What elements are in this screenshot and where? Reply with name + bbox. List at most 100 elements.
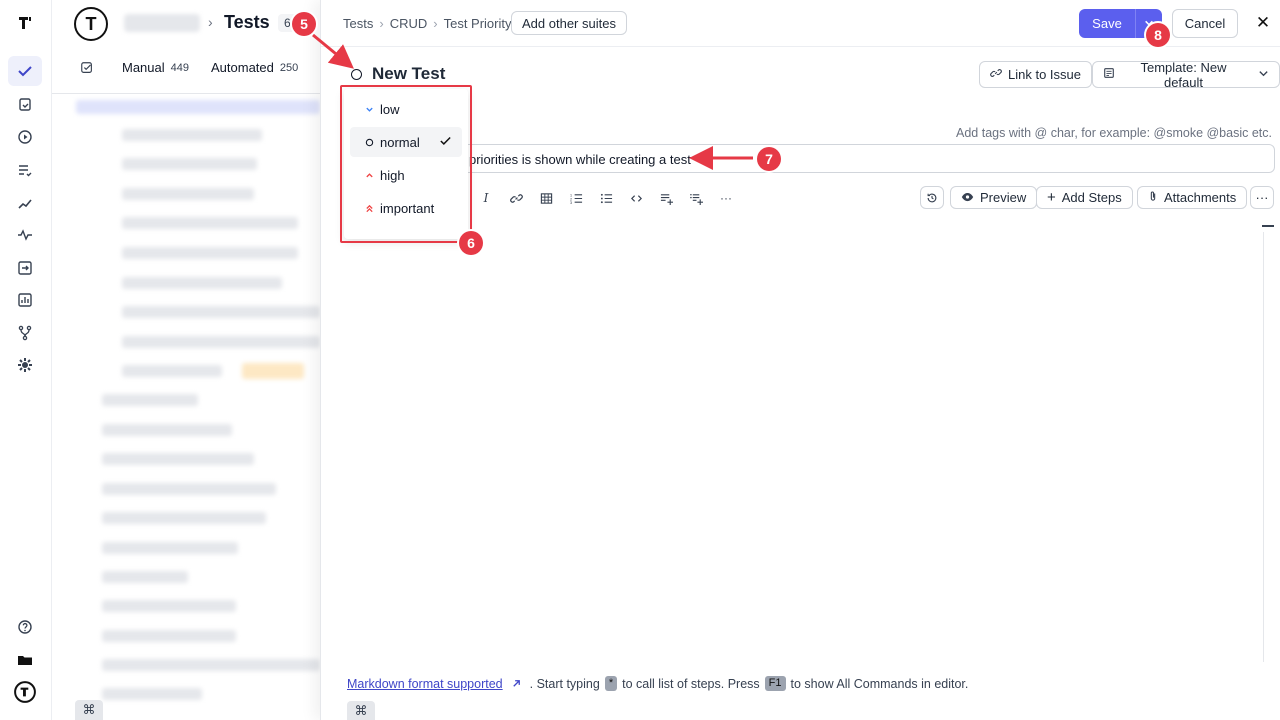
plans-clipboard-icon[interactable] [8, 89, 42, 119]
attachments-label: Attachments [1164, 190, 1237, 205]
test-type-tabs: Manual 449 Automated 250 [80, 60, 312, 75]
more-options-icon[interactable]: ··· [711, 188, 741, 208]
history-icon[interactable] [920, 186, 944, 209]
editor-scrollbar[interactable] [1263, 232, 1264, 662]
add-numbered-step-icon[interactable] [681, 188, 711, 208]
priority-circle-icon[interactable] [351, 68, 362, 80]
breadcrumb: Tests › CRUD › Test Priority [343, 16, 512, 31]
annotation-highlight-box [340, 85, 472, 243]
tree-row[interactable] [102, 688, 202, 700]
help-icon[interactable] [8, 612, 42, 642]
breadcrumb-tests[interactable]: Tests [343, 16, 373, 31]
test-title-input[interactable]: New Test [372, 64, 445, 84]
tree-row[interactable] [102, 512, 266, 524]
divider [52, 93, 320, 94]
tree-row[interactable] [122, 217, 298, 229]
chevron-down-icon [1258, 67, 1269, 82]
pulse-icon[interactable] [8, 220, 42, 250]
project-name[interactable] [124, 14, 200, 32]
settings-gear-icon[interactable] [8, 350, 42, 380]
annotation-marker-5: 5 [292, 12, 316, 36]
tree-row-selected[interactable] [76, 100, 320, 114]
tree-row-tag [242, 363, 304, 379]
link-icon [990, 67, 1002, 82]
template-icon [1103, 67, 1115, 82]
tree-row[interactable] [122, 129, 262, 141]
table-icon[interactable] [531, 188, 561, 208]
f1-key: F1 [764, 676, 786, 691]
app-logo-icon[interactable] [8, 8, 42, 38]
bullet-list-icon[interactable] [591, 188, 621, 208]
tab-manual-count: 449 [170, 61, 189, 74]
tests-panel: T › Tests 6 Manual 449 Automated 250 ⌘ [52, 0, 320, 720]
tree-row[interactable] [102, 424, 232, 436]
breadcrumb-separator: › [208, 14, 213, 30]
tab-automated-count: 250 [279, 61, 299, 74]
tree-row[interactable] [102, 600, 236, 612]
preview-button[interactable]: Preview [950, 186, 1038, 209]
more-actions-button[interactable]: ··· [1250, 186, 1274, 209]
tree-row[interactable] [102, 659, 320, 671]
project-logo-icon[interactable]: T [74, 7, 108, 41]
tree-row[interactable] [122, 158, 257, 170]
footer-text-3: to show All Commands in editor. [790, 676, 969, 691]
runs-play-icon[interactable] [8, 122, 42, 152]
cancel-button[interactable]: Cancel [1172, 9, 1238, 38]
plus-icon: + [1047, 189, 1056, 206]
tree-row[interactable] [122, 306, 320, 318]
code-icon[interactable] [621, 188, 651, 208]
modal-header: Tests › CRUD › Test Priority Add other s… [321, 0, 1280, 47]
italic-icon[interactable]: I [471, 188, 501, 208]
svg-text:3: 3 [570, 201, 572, 205]
add-steps-button[interactable]: + Add Steps [1036, 186, 1133, 209]
tree-row[interactable] [102, 483, 276, 495]
close-icon[interactable]: ✕ [1253, 13, 1273, 33]
template-select[interactable]: Template: New default [1092, 60, 1280, 90]
footer-text-1: . Start typing [529, 676, 600, 691]
tab-manual-label: Manual [122, 60, 165, 75]
profile-logo-icon[interactable] [8, 677, 42, 707]
command-key-icon[interactable]: ⌘ [75, 700, 103, 720]
tab-automated[interactable]: Automated 250 [211, 60, 298, 75]
attachments-button[interactable]: Attachments [1137, 186, 1248, 209]
breadcrumb-separator: › [379, 16, 384, 31]
tag-hint: Add tags with @ char, for example: @smok… [956, 126, 1272, 140]
ordered-list-icon[interactable]: 123 [561, 188, 591, 208]
tree-row[interactable] [102, 542, 238, 554]
tree-row[interactable] [122, 277, 282, 289]
save-button[interactable]: Save [1079, 9, 1135, 38]
external-link-icon[interactable] [511, 678, 522, 689]
add-step-icon[interactable] [651, 188, 681, 208]
branch-icon[interactable] [8, 318, 42, 348]
command-key-icon[interactable]: ⌘ [347, 701, 375, 720]
add-other-suites-button[interactable]: Add other suites [511, 11, 627, 35]
breadcrumb-test-priority[interactable]: Test Priority [444, 16, 512, 31]
link-icon[interactable] [501, 188, 531, 208]
import-icon[interactable] [8, 253, 42, 283]
analytics-icon[interactable] [8, 285, 42, 315]
tree-row[interactable] [122, 188, 254, 200]
select-icon[interactable] [80, 61, 94, 75]
tree-row[interactable] [122, 365, 222, 377]
markdown-link[interactable]: Markdown format supported [347, 677, 503, 691]
tree-row[interactable] [102, 394, 198, 406]
breadcrumb-crud[interactable]: CRUD [390, 16, 428, 31]
tab-automated-label: Automated [211, 60, 274, 75]
editor-toolbar: I 123 ··· [471, 188, 741, 208]
projects-folder-icon[interactable] [8, 645, 42, 675]
tree-row[interactable] [122, 247, 298, 259]
tree-row[interactable] [102, 453, 254, 465]
list-check-icon[interactable] [8, 155, 42, 185]
steps-icon[interactable] [8, 188, 42, 218]
link-to-issue-button[interactable]: Link to Issue [979, 61, 1092, 88]
tree-row[interactable] [122, 336, 320, 348]
editor-collapse-icon[interactable] [1262, 225, 1274, 227]
tab-manual[interactable]: Manual 449 [122, 60, 189, 75]
tree-row[interactable] [102, 571, 188, 583]
annotation-marker-7: 7 [757, 147, 781, 171]
annotation-marker-8: 8 [1146, 23, 1170, 47]
eye-icon [961, 190, 974, 205]
tests-check-icon[interactable] [8, 56, 42, 86]
annotation-marker-6: 6 [459, 231, 483, 255]
tree-row[interactable] [102, 630, 236, 642]
